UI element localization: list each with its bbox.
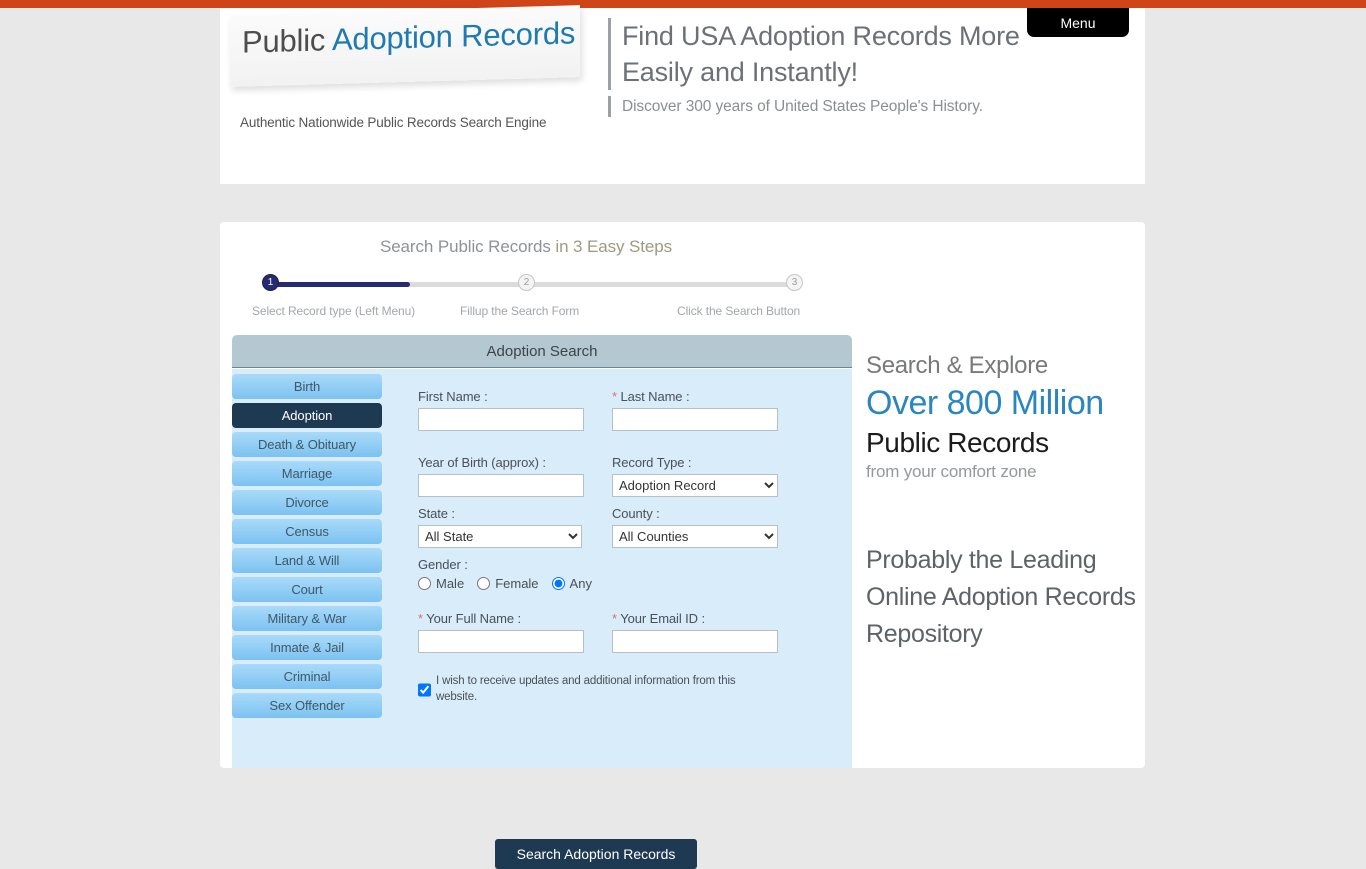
last-name-label-text: Last Name : <box>616 389 690 404</box>
gender-radio-any[interactable] <box>551 577 565 590</box>
county-label: County : <box>612 506 660 521</box>
sidebar-item-census[interactable]: Census <box>232 519 382 544</box>
promo-line-1: Search & Explore <box>866 352 1048 379</box>
step-label-1: Select Record type (Left Menu) <box>252 304 416 318</box>
search-panel-title: Adoption Search <box>232 335 852 368</box>
stepper-progress-fill <box>270 282 410 287</box>
first-name-label: First Name : <box>418 389 488 404</box>
hero-subtitle: Discover 300 years of United States Peop… <box>608 96 1028 117</box>
consent-checkbox[interactable] <box>418 675 431 705</box>
site-header: Public Adoption Records Authentic Nation… <box>220 5 1145 184</box>
birth-record-row: Year of Birth (approx) : Record Type : A… <box>418 455 838 497</box>
step-dot-3[interactable]: 3 <box>786 274 803 291</box>
sidebar-item-sex-offender[interactable]: Sex Offender <box>232 693 382 718</box>
promo-line-2: Over 800 Million <box>866 384 1104 422</box>
sidebar-item-marriage[interactable]: Marriage <box>232 461 382 486</box>
state-select[interactable]: All State <box>418 525 582 548</box>
gender-options: Male Female Any <box>418 576 838 591</box>
sidebar-item-death-obituary[interactable]: Death & Obituary <box>232 432 382 457</box>
sidebar-item-birth[interactable]: Birth <box>232 374 382 399</box>
county-select[interactable]: All Counties <box>612 525 778 548</box>
logo-word-adoption-records: Adoption Records <box>331 15 576 58</box>
consent-text: I wish to receive updates and additional… <box>436 675 736 703</box>
progress-stepper: 1 2 3 <box>262 274 803 294</box>
step-label-2: Fillup the Search Form <box>460 304 580 318</box>
hero-title: Find USA Adoption Records More Easily an… <box>608 18 1028 90</box>
sidebar-item-inmate-jail[interactable]: Inmate & Jail <box>232 635 382 660</box>
sidebar-item-court[interactable]: Court <box>232 577 382 602</box>
steps-heading: Search Public Records in 3 Easy Steps <box>220 237 832 257</box>
sidebar-item-land-will[interactable]: Land & Will <box>232 548 382 573</box>
last-name-label: * Last Name : <box>612 389 778 404</box>
sidebar-item-adoption[interactable]: Adoption <box>232 403 382 428</box>
gender-label: Gender : <box>418 557 468 572</box>
promo-line-5: Probably the Leading Online Adoption Rec… <box>866 546 1136 648</box>
step-dot-2[interactable]: 2 <box>518 274 535 291</box>
promo-line-3: Public Records <box>866 427 1049 458</box>
last-name-input[interactable] <box>612 408 778 431</box>
name-row: First Name : * Last Name : <box>418 389 838 431</box>
full-name-input[interactable] <box>418 630 584 653</box>
promo-line-4: from your comfort zone <box>866 462 1037 481</box>
first-name-input[interactable] <box>418 408 584 431</box>
gender-radio-male[interactable] <box>418 577 431 590</box>
sidebar-item-military-war[interactable]: Military & War <box>232 606 382 631</box>
search-panel-body: Birth Adoption Death & Obituary Marriage… <box>232 369 852 768</box>
year-of-birth-input[interactable] <box>418 474 584 497</box>
gender-group: Gender : Male Female Any <box>418 557 838 591</box>
gender-radio-female[interactable] <box>477 577 491 590</box>
gender-option-female[interactable]: Female <box>477 576 539 591</box>
consent-row[interactable]: I wish to receive updates and additional… <box>418 673 774 705</box>
step-dot-1[interactable]: 1 <box>262 274 279 291</box>
record-type-select[interactable]: Adoption Record <box>612 474 778 497</box>
menu-button[interactable]: Menu <box>1027 8 1129 37</box>
gender-label-any: Any <box>569 576 592 591</box>
search-submit-button[interactable]: Search Adoption Records <box>495 839 697 869</box>
steps-heading-part-2: in 3 Easy Steps <box>555 237 673 256</box>
hero-block: Find USA Adoption Records More Easily an… <box>608 18 1028 117</box>
email-label-text: Your Email ID : <box>616 611 705 626</box>
year-of-birth-label: Year of Birth (approx) : <box>418 455 546 470</box>
step-label-3: Click the Search Button <box>677 304 801 318</box>
email-label: * Your Email ID : <box>612 611 778 626</box>
top-accent-bar <box>0 0 1366 8</box>
email-input[interactable] <box>612 630 778 653</box>
contact-row: * Your Full Name : * Your Email ID : <box>418 611 838 653</box>
gender-option-male[interactable]: Male <box>418 576 464 591</box>
gender-label-male: Male <box>436 576 465 591</box>
full-name-label: * Your Full Name : <box>418 611 584 626</box>
gender-label-female: Female <box>495 576 539 591</box>
sidebar-item-criminal[interactable]: Criminal <box>232 664 382 689</box>
stepper-labels: Select Record type (Left Menu) Fillup th… <box>240 304 816 320</box>
promo-panel: Search & Explore Over 800 Million Public… <box>866 350 1136 653</box>
state-county-row: State : All State County : All Counties <box>418 506 838 548</box>
site-tagline: Authentic Nationwide Public Records Sear… <box>240 115 547 130</box>
main-content-card: Search Public Records in 3 Easy Steps 1 … <box>220 222 1145 869</box>
gender-option-any[interactable]: Any <box>551 576 592 591</box>
state-label: State : <box>418 506 455 521</box>
steps-heading-part-1: Search Public Records <box>379 237 556 256</box>
sidebar-item-divorce[interactable]: Divorce <box>232 490 382 515</box>
full-name-label-text: Your Full Name : <box>422 611 521 626</box>
record-type-sidebar: Birth Adoption Death & Obituary Marriage… <box>232 374 390 722</box>
record-type-label: Record Type : <box>612 455 692 470</box>
search-form: First Name : * Last Name : Year of Birth… <box>418 369 838 705</box>
logo-word-public: Public <box>242 22 326 60</box>
